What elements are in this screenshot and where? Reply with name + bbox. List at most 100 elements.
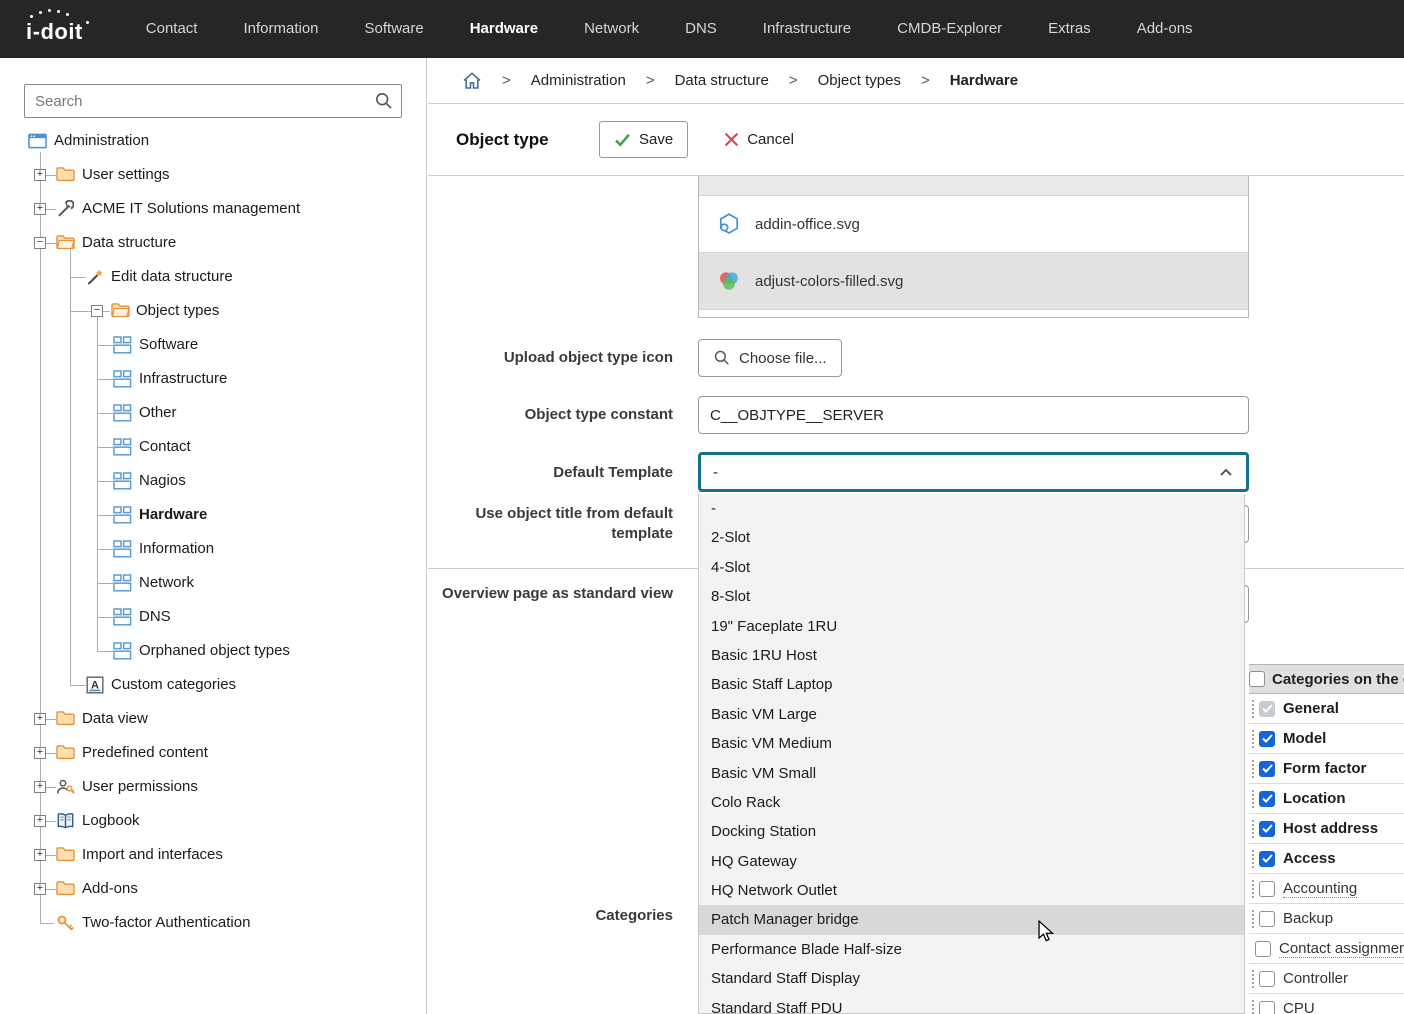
drag-handle-icon[interactable]	[1251, 849, 1255, 869]
dropdown-option-basic-vm-large[interactable]: Basic VM Large	[699, 700, 1244, 729]
icon-list-row-adjust-colors-filled-svg[interactable]: adjust-colors-filled.svg	[699, 253, 1248, 310]
nav-item-dns[interactable]: DNS	[662, 0, 740, 58]
sidebar-item-nagios[interactable]: Nagios	[0, 464, 426, 498]
dropdown-option-4-slot[interactable]: 4-Slot	[699, 553, 1244, 582]
dropdown-option-19-faceplate-1ru[interactable]: 19" Faceplate 1RU	[699, 612, 1244, 641]
dropdown-option-hq-network-outlet[interactable]: HQ Network Outlet	[699, 876, 1244, 905]
category-checkbox-location[interactable]	[1259, 791, 1275, 807]
sidebar-item-predefined-content[interactable]: +Predefined content	[0, 736, 426, 770]
category-checkbox-backup[interactable]	[1259, 911, 1275, 927]
sidebar-item-user-settings[interactable]: +User settings	[0, 158, 426, 192]
category-checkbox-host-address[interactable]	[1259, 821, 1275, 837]
dropdown-option-basic-1ru-host[interactable]: Basic 1RU Host	[699, 641, 1244, 670]
sidebar-item-network[interactable]: Network	[0, 566, 426, 600]
category-checkbox-controller[interactable]	[1259, 971, 1275, 987]
sidebar-item-data-structure[interactable]: −Data structure	[0, 226, 426, 260]
expand-toggle-icon[interactable]: +	[34, 883, 46, 895]
breadcrumb-item-hardware[interactable]: Hardware	[950, 72, 1018, 89]
sidebar-item-edit-data-structure[interactable]: Edit data structure	[0, 260, 426, 294]
collapse-toggle-icon[interactable]: −	[34, 237, 46, 249]
nav-item-hardware[interactable]: Hardware	[447, 0, 561, 58]
dropdown-option-patch-manager-bridge[interactable]: Patch Manager bridge	[699, 905, 1244, 934]
app-logo[interactable]: i-doit	[26, 13, 89, 45]
sidebar-item-hardware[interactable]: Hardware	[0, 498, 426, 532]
sidebar-item-orphaned-object-types[interactable]: Orphaned object types	[0, 634, 426, 668]
expand-toggle-icon[interactable]: +	[34, 815, 46, 827]
sidebar-item-import-and-interfaces[interactable]: +Import and interfaces	[0, 838, 426, 872]
sidebar-item-administration[interactable]: Administration	[0, 124, 426, 158]
nav-item-information[interactable]: Information	[220, 0, 341, 58]
dropdown-option-2-slot[interactable]: 2-Slot	[699, 523, 1244, 552]
search-input[interactable]	[24, 84, 402, 118]
sidebar-item-data-view[interactable]: +Data view	[0, 702, 426, 736]
category-checkbox-model[interactable]	[1259, 731, 1275, 747]
drag-handle-icon[interactable]	[1251, 999, 1255, 1014]
dropdown-option-hq-gateway[interactable]: HQ Gateway	[699, 847, 1244, 876]
expand-toggle-icon[interactable]: +	[34, 849, 46, 861]
nav-item-contact[interactable]: Contact	[123, 0, 221, 58]
sidebar-item-custom-categories[interactable]: ACustom categories	[0, 668, 426, 702]
sidebar-item-logbook[interactable]: +Logbook	[0, 804, 426, 838]
sidebar-item-object-types[interactable]: −Object types	[0, 294, 426, 328]
expand-toggle-icon[interactable]: +	[34, 781, 46, 793]
icon-list-row-addin-office-svg[interactable]: addin-office.svg	[699, 196, 1248, 253]
nav-item-network[interactable]: Network	[561, 0, 662, 58]
dropdown-option-8-slot[interactable]: 8-Slot	[699, 582, 1244, 611]
sidebar-item-user-permissions[interactable]: +User permissions	[0, 770, 426, 804]
category-checkbox-accounting[interactable]	[1259, 881, 1275, 897]
dropdown-option-performance-blade-half-size[interactable]: Performance Blade Half-size	[699, 935, 1244, 964]
category-checkbox-general[interactable]	[1259, 701, 1275, 717]
icon-list-row-partial[interactable]	[699, 176, 1248, 196]
dropdown-option-basic-staff-laptop[interactable]: Basic Staff Laptop	[699, 670, 1244, 699]
nav-item-add-ons[interactable]: Add-ons	[1114, 0, 1216, 58]
dropdown-option-docking-station[interactable]: Docking Station	[699, 817, 1244, 846]
collapse-toggle-icon[interactable]: −	[91, 305, 103, 317]
drag-handle-icon[interactable]	[1251, 729, 1255, 749]
drag-handle-icon[interactable]	[1251, 909, 1255, 929]
sidebar-item-acme-it-solutions-management[interactable]: +ACME IT Solutions management	[0, 192, 426, 226]
category-checkbox-cpu[interactable]	[1259, 1001, 1275, 1014]
category-checkbox-contact-assignment[interactable]	[1255, 941, 1271, 957]
object-type-constant-input[interactable]	[698, 396, 1249, 434]
expand-toggle-icon[interactable]: +	[34, 169, 46, 181]
sidebar-item-information[interactable]: Information	[0, 532, 426, 566]
nav-item-extras[interactable]: Extras	[1025, 0, 1114, 58]
nav-item-infrastructure[interactable]: Infrastructure	[740, 0, 874, 58]
breadcrumb-item-object-types[interactable]: Object types	[818, 72, 901, 89]
sidebar-item-contact[interactable]: Contact	[0, 430, 426, 464]
sidebar-item-two-factor-authentication[interactable]: Two-factor Authentication	[0, 906, 426, 940]
category-checkbox-form-factor[interactable]	[1259, 761, 1275, 777]
drag-handle-icon[interactable]	[1251, 969, 1255, 989]
nav-item-software[interactable]: Software	[342, 0, 447, 58]
select-all-checkbox[interactable]	[1249, 671, 1265, 687]
breadcrumb-item-data-structure[interactable]: Data structure	[675, 72, 769, 89]
sidebar-item-infrastructure[interactable]: Infrastructure	[0, 362, 426, 396]
sidebar-item-dns[interactable]: DNS	[0, 600, 426, 634]
expand-toggle-icon[interactable]: +	[34, 747, 46, 759]
save-button[interactable]: Save	[599, 121, 688, 158]
expand-toggle-icon[interactable]: +	[34, 203, 46, 215]
default-template-select[interactable]: -	[698, 452, 1249, 492]
sidebar-item-software[interactable]: Software	[0, 328, 426, 362]
breadcrumb-item-administration[interactable]: Administration	[531, 72, 626, 89]
dropdown-option-standard-staff-display[interactable]: Standard Staff Display	[699, 964, 1244, 993]
dropdown-option-[interactable]: -	[699, 494, 1244, 523]
choose-file-button[interactable]: Choose file...	[698, 339, 842, 377]
dropdown-option-basic-vm-medium[interactable]: Basic VM Medium	[699, 729, 1244, 758]
sidebar-item-other[interactable]: Other	[0, 396, 426, 430]
nav-item-cmdb-explorer[interactable]: CMDB-Explorer	[874, 0, 1025, 58]
dropdown-option-colo-rack[interactable]: Colo Rack	[699, 788, 1244, 817]
home-icon[interactable]	[462, 71, 482, 90]
drag-handle-icon[interactable]	[1251, 879, 1255, 899]
cancel-button[interactable]: Cancel	[710, 121, 808, 158]
drag-handle-icon[interactable]	[1251, 759, 1255, 779]
drag-handle-icon[interactable]	[1251, 819, 1255, 839]
dropdown-option-basic-vm-small[interactable]: Basic VM Small	[699, 759, 1244, 788]
drag-handle-icon[interactable]	[1251, 789, 1255, 809]
category-checkbox-access[interactable]	[1259, 851, 1275, 867]
sidebar-item-add-ons[interactable]: +Add-ons	[0, 872, 426, 906]
expand-toggle-icon[interactable]: +	[34, 713, 46, 725]
search-icon[interactable]	[374, 91, 394, 116]
drag-handle-icon[interactable]	[1251, 699, 1255, 719]
dropdown-option-standard-staff-pdu[interactable]: Standard Staff PDU	[699, 994, 1244, 1014]
